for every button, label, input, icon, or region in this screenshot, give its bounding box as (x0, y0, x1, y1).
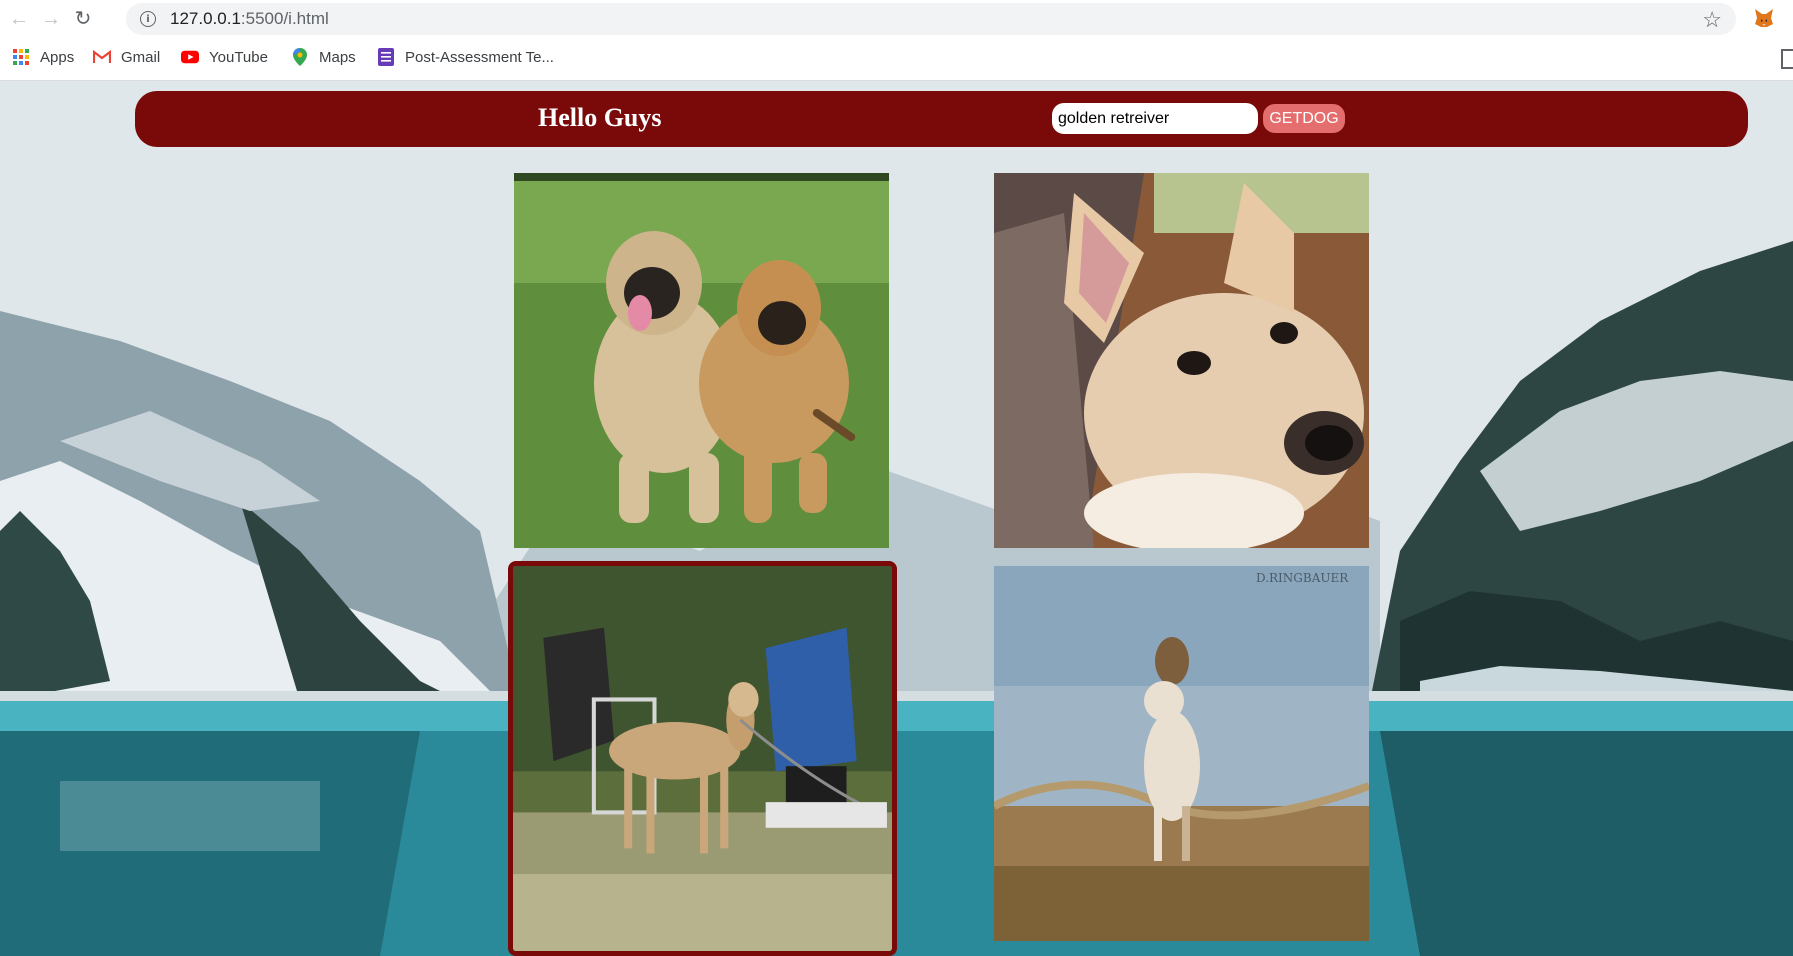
dog-image-2 (994, 173, 1369, 548)
address-bar[interactable]: i 127.0.0.1:5500/i.html ☆ (126, 3, 1736, 35)
whippet-field-image: D.RINGBAUER (994, 566, 1369, 941)
breed-search-input[interactable] (1052, 103, 1258, 134)
dog-image-3-selected[interactable] (508, 561, 897, 956)
browser-toolbar: ← → ↻ i 127.0.0.1:5500/i.html ☆ (0, 0, 1793, 37)
back-arrow-icon[interactable]: ← (6, 6, 32, 32)
dog-image-4: D.RINGBAUER (994, 566, 1369, 941)
bookmark-label: Apps (40, 48, 75, 66)
header-bar: Hello Guys GETDOG (135, 91, 1748, 147)
bookmark-label: Gmail (121, 48, 161, 66)
site-info-icon[interactable]: i (140, 11, 156, 27)
url-host: 127.0.0.1 (170, 9, 241, 28)
bookmark-label: Maps (319, 48, 356, 66)
maps-pin-icon (291, 48, 309, 66)
saluki-camp-image (513, 566, 892, 951)
photo-watermark: D.RINGBAUER (1256, 571, 1349, 585)
page-viewport: Hello Guys GETDOG (0, 81, 1793, 956)
puppy-closeup-image (994, 173, 1369, 548)
gmail-icon (93, 48, 111, 66)
reading-list-icon[interactable] (1781, 49, 1793, 69)
bookmarks-bar: Apps Gmail YouTube Maps Post-Assessment … (0, 37, 1793, 81)
url-path: :5500/i.html (240, 9, 329, 28)
bookmark-youtube[interactable]: YouTube (181, 48, 268, 66)
bookmark-star-icon[interactable]: ☆ (1702, 7, 1722, 33)
bookmark-label: YouTube (209, 48, 268, 66)
metamask-fox-icon[interactable] (1752, 6, 1776, 30)
bookmark-label: Post-Assessment Te... (405, 48, 554, 66)
page-title: Hello Guys (538, 103, 662, 132)
url-text[interactable]: 127.0.0.1:5500/i.html (170, 9, 329, 29)
forward-arrow-icon[interactable]: → (38, 6, 64, 32)
get-dog-button[interactable]: GETDOG (1263, 104, 1345, 133)
bookmark-maps[interactable]: Maps (291, 48, 356, 66)
youtube-icon (181, 48, 199, 66)
apps-grid-icon (12, 48, 30, 66)
reload-icon[interactable]: ↻ (70, 6, 96, 32)
mastiff-dogs-image (514, 173, 889, 548)
forms-icon (377, 48, 395, 66)
bookmark-gmail[interactable]: Gmail (93, 48, 160, 66)
bookmark-apps[interactable]: Apps (12, 48, 74, 66)
dog-image-1 (514, 173, 889, 548)
bookmark-post-assessment[interactable]: Post-Assessment Te... (377, 48, 554, 66)
